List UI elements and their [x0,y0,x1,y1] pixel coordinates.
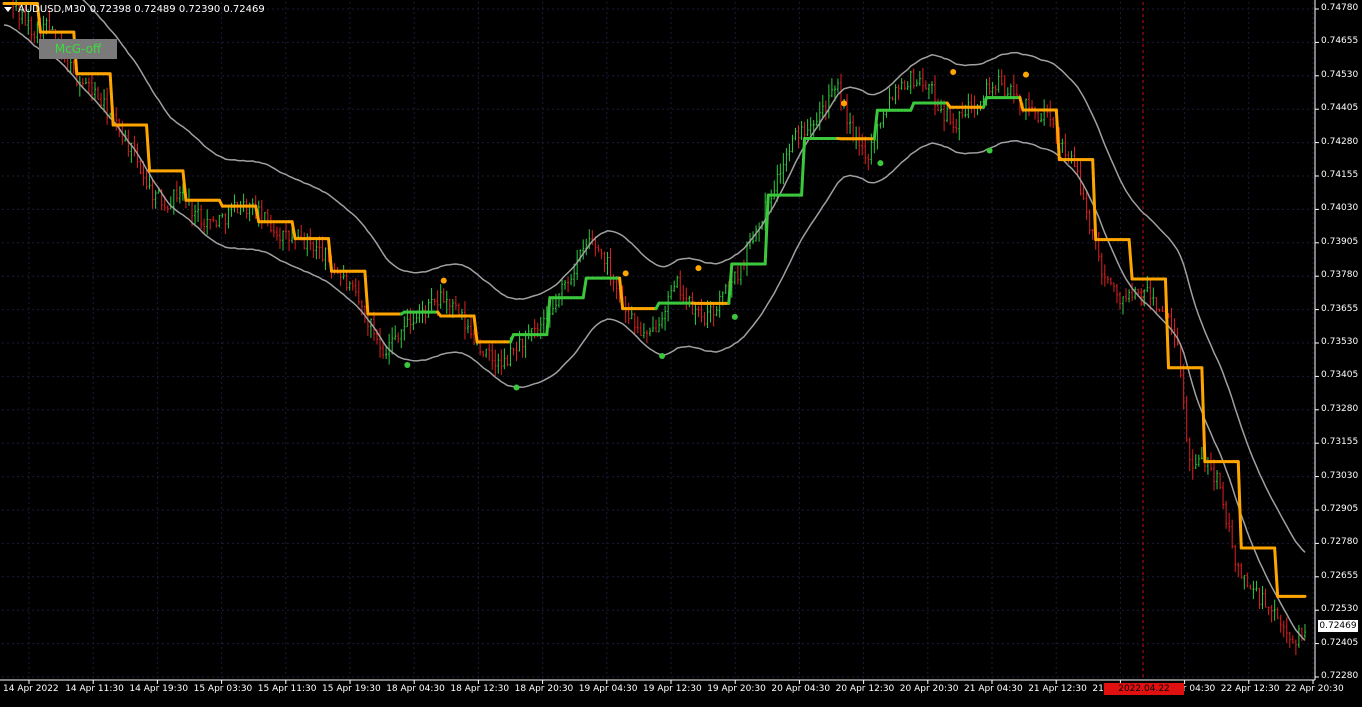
time-label: 19 Apr 04:30 [579,684,638,694]
price-label: 0.74655 [1321,36,1358,46]
price-label: 0.73280 [1321,404,1358,414]
time-label: 14 Apr 19:30 [129,684,188,694]
signal-dot [404,362,410,368]
price-label: 0.72405 [1321,638,1358,648]
price-label: 0.74155 [1321,170,1358,180]
price-label: 0.74530 [1321,70,1358,80]
price-label: 0.73030 [1321,471,1358,481]
time-label: 21 [1092,684,1103,694]
time-label: 15 Apr 03:30 [194,684,253,694]
price-label: 0.74780 [1321,3,1358,13]
price-label: 0.72655 [1321,571,1358,581]
dropdown-triangle-icon[interactable] [4,7,12,12]
price-label: 0.74280 [1321,137,1358,147]
time-label: 18 Apr 12:30 [450,684,509,694]
current-price-tag: 0.72469 [1318,620,1358,632]
time-label: 21 Apr 04:30 [964,684,1023,694]
price-label: 0.73655 [1321,304,1358,314]
price-label: 0.73155 [1321,437,1358,447]
signal-dot [659,353,665,359]
price-label: 0.73530 [1321,337,1358,347]
time-label: 20 Apr 12:30 [836,684,895,694]
price-label: 0.72280 [1321,671,1358,681]
crosshair-time-tag: 2022.04.22 03:15 [1104,683,1184,695]
time-label: 22 Apr 12:30 [1221,684,1280,694]
price-label: 0.72530 [1321,604,1358,614]
time-label: 22 Apr 20:30 [1285,684,1344,694]
price-label: 0.73405 [1321,370,1358,380]
time-label: 18 Apr 20:30 [515,684,574,694]
signal-dot [441,278,447,284]
signal-dot [623,270,629,276]
signal-dot [695,265,701,271]
price-label: 0.72780 [1321,537,1358,547]
time-label: 20 Apr 04:30 [771,684,830,694]
signal-dot [1023,72,1029,78]
price-label: 0.74030 [1321,203,1358,213]
time-label: 14 Apr 2022 [3,684,59,694]
signal-dot [514,385,520,391]
ohlc-values: 0.72398 0.72489 0.72390 0.72469 [90,4,265,15]
time-label: 14 Apr 11:30 [65,684,124,694]
time-label: 18 Apr 04:30 [386,684,445,694]
mcg-toggle-button[interactable]: McG-off [39,39,117,59]
price-axis-ticks [1315,9,1319,677]
time-label: 21 Apr 12:30 [1028,684,1087,694]
price-label: 0.73780 [1321,270,1358,280]
signal-dot [841,100,847,106]
signal-dot [877,160,883,166]
time-label: 20 Apr 20:30 [900,684,959,694]
price-label: 0.73905 [1321,237,1358,247]
signal-dot [732,314,738,320]
price-chart[interactable] [0,0,1362,700]
time-label: 19 Apr 20:30 [707,684,766,694]
chart-header: AUDUSD,M30 0.72398 0.72489 0.72390 0.724… [4,4,265,15]
price-label: 0.74405 [1321,103,1358,113]
time-label: 15 Apr 11:30 [258,684,317,694]
price-label: 0.72905 [1321,504,1358,514]
time-label: 15 Apr 19:30 [322,684,381,694]
time-label: 19 Apr 12:30 [643,684,702,694]
symbol-label: AUDUSD,M30 [18,4,86,15]
signal-dot [950,69,956,75]
signal-dot [987,147,993,153]
chart-background [0,0,1362,700]
